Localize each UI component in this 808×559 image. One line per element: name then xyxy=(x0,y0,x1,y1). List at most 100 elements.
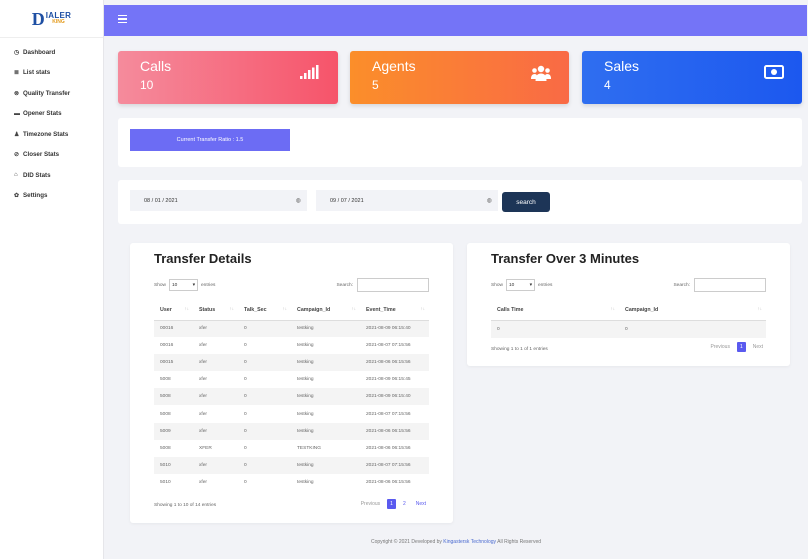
table-cell: 2021-08-06 06:15:56 xyxy=(366,479,411,485)
agents-label: Agents xyxy=(372,58,416,74)
column-header-event-time[interactable]: Event_Time ↑↓ xyxy=(360,300,429,321)
table-cell: 5010 xyxy=(154,456,193,474)
table-cell: 0 xyxy=(244,479,247,485)
table-cell: xfer xyxy=(199,343,207,349)
column-header-user[interactable]: User ↑↓ xyxy=(154,300,193,321)
previous-page-button[interactable]: Previous xyxy=(707,342,732,352)
table-cell: TESTKING xyxy=(297,445,321,451)
table-cell: 00015 xyxy=(154,354,193,372)
pagination: Previous 1 Next xyxy=(703,342,766,352)
page-1-button[interactable]: 1 xyxy=(736,342,746,352)
table-cell: 5008 xyxy=(160,411,171,417)
table-controls: Show 10 ▾ entries Search: xyxy=(154,278,429,292)
search-button[interactable]: search xyxy=(502,192,550,212)
previous-page-button[interactable]: Previous xyxy=(358,499,383,509)
hamburger-menu-icon[interactable] xyxy=(118,15,127,23)
table-cell: 2021-08-07 07:15:56 xyxy=(366,343,411,349)
table-search-input[interactable] xyxy=(694,278,766,292)
transfer-ratio-badge: Current Transfer Ratio : 1.5 xyxy=(130,129,290,151)
end-date-field[interactable]: 09 / 07 / 2021 ◍ xyxy=(316,190,498,211)
search-label: Search: xyxy=(673,282,690,288)
table-row: 5008 xfer 0 testking 2021-08-09 06:15:45 xyxy=(154,371,429,388)
end-date-value: 09 / 07 / 2021 xyxy=(330,197,364,204)
entries-select-value: 10 xyxy=(509,282,515,288)
table-cell: xfer xyxy=(193,388,238,406)
users-icon xyxy=(531,65,551,81)
table-cell: testking xyxy=(297,377,314,383)
agents-card: Agents 5 xyxy=(350,51,569,104)
sidebar-item-opener-stats[interactable]: ▬ Opener Stats xyxy=(0,104,103,125)
table-search-input[interactable] xyxy=(357,278,429,292)
table-cell: 5010 xyxy=(160,479,171,485)
table-cell: xfer xyxy=(193,422,238,440)
block-icon: ⊘ xyxy=(14,152,20,159)
sidebar-item-settings[interactable]: ✿ Settings xyxy=(0,186,103,207)
page-1-button[interactable]: 1 xyxy=(387,499,396,509)
search-label: Search: xyxy=(336,282,353,288)
sidebar-item-timezone-stats[interactable]: ♟ Timezone Stats xyxy=(0,124,103,145)
sidebar-item-label: Opener Stats xyxy=(23,110,62,118)
entries-select-value: 10 xyxy=(172,282,178,288)
column-header-talk-sec[interactable]: Talk_Sec ↑↓ xyxy=(238,300,291,321)
calendar-icon[interactable]: ◍ xyxy=(487,197,492,204)
sidebar-item-quality-transfer[interactable]: ⊗ Quality Transfer xyxy=(0,83,103,104)
column-header-calls-time[interactable]: Calls Time ↑↓ xyxy=(491,300,619,321)
sidebar-item-list-stats[interactable]: ≣ List stats xyxy=(0,63,103,84)
footer-link[interactable]: Kingastersk Technology xyxy=(443,539,496,545)
table-row: 5008 XFER 0 TESTKING 2021-08-06 06:15:56 xyxy=(154,440,429,457)
sales-label: Sales xyxy=(604,58,640,74)
sidebar: D IALER KING ◷ Dashboard ≣ List stats ⊗ Qua… xyxy=(0,0,104,559)
column-header-label: Status xyxy=(199,306,216,313)
sort-icon: ↑↓ xyxy=(282,306,288,311)
table-row: 5008 xfer 0 testking 2021-08-09 06:15:40 xyxy=(154,388,429,406)
list-icon: ≣ xyxy=(14,70,20,77)
transfer-over-3-minutes-title: Transfer Over 3 Minutes xyxy=(491,251,640,266)
dashboard-icon: ◷ xyxy=(14,49,20,56)
table-row: 00 xyxy=(491,320,766,338)
start-date-field[interactable]: 08 / 01 / 2021 ◍ xyxy=(130,190,307,211)
sales-value: 4 xyxy=(604,78,611,92)
inbox-icon: ⌂ xyxy=(14,172,18,179)
calls-card: Calls 10 xyxy=(118,51,338,104)
transfer-details-panel: Transfer Details Show 10 ▾ entries Search… xyxy=(130,243,453,523)
sidebar-item-dashboard[interactable]: ◷ Dashboard xyxy=(0,42,103,63)
column-header-campaign-id[interactable]: Campaign_Id ↑↓ xyxy=(619,300,766,321)
sidebar-item-did-stats[interactable]: ⌂ DID Stats xyxy=(0,165,103,186)
table-cell: xfer xyxy=(199,479,207,485)
column-header-label: Campaign_Id xyxy=(625,306,659,313)
entries-label: entries xyxy=(201,282,216,288)
table-cell: 0 xyxy=(238,456,291,474)
sidebar-item-label: Closer Stats xyxy=(23,151,60,159)
table-cell: 0 xyxy=(491,320,619,338)
table-cell: 5009 xyxy=(154,422,193,440)
calendar-icon[interactable]: ◍ xyxy=(296,197,301,204)
main-content: Calls 10 Agents 5 Sales 4 Current Transf… xyxy=(104,36,808,559)
column-header-status[interactable]: Status ↑↓ xyxy=(193,300,238,321)
table-controls: Show 10 ▾ entries Search: xyxy=(491,278,766,292)
page-2-button[interactable]: 2 xyxy=(400,499,409,509)
sort-icon: ↑↓ xyxy=(420,306,426,311)
agents-value: 5 xyxy=(372,78,379,92)
table-cell: testking xyxy=(291,354,360,372)
table-cell: 2021-08-07 07:15:56 xyxy=(366,411,411,417)
entries-select[interactable]: 10 ▾ xyxy=(169,279,198,291)
table-cell: xfer xyxy=(193,456,238,474)
table-cell: xfer xyxy=(199,377,207,383)
table-cell: 00016 xyxy=(154,320,193,338)
table-row: 00016 xfer 0 testking 2021-08-09 06:15:40 xyxy=(154,320,429,338)
next-page-button[interactable]: Next xyxy=(750,342,766,352)
top-bar xyxy=(104,5,807,36)
column-header-campaign-id[interactable]: Campaign_Id ↑↓ xyxy=(291,300,360,321)
logo[interactable]: D IALER KING xyxy=(0,0,103,38)
entries-select[interactable]: 10 ▾ xyxy=(506,279,535,291)
next-page-button[interactable]: Next xyxy=(413,499,429,509)
sidebar-item-closer-stats[interactable]: ⊘ Closer Stats xyxy=(0,145,103,166)
table-cell: 2021-08-06 06:15:56 xyxy=(366,445,411,451)
footer-suffix: All Rights Reserved xyxy=(496,539,542,545)
table-row: 00015 xfer 0 testking 2021-08-06 06:15:56 xyxy=(154,354,429,372)
table-cell: 0 xyxy=(238,388,291,406)
chevron-down-icon: ▾ xyxy=(529,282,532,288)
table-cell: testking xyxy=(297,411,314,417)
table-cell: xfer xyxy=(199,411,207,417)
entries-label: entries xyxy=(538,282,553,288)
